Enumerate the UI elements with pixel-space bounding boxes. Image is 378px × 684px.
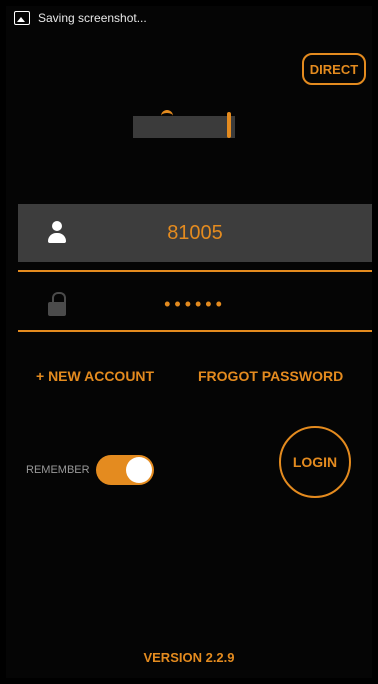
account-links: + NEW ACCOUNT FROGOT PASSWORD [6,368,372,392]
username-field[interactable]: 81005 [18,204,372,272]
direct-button[interactable]: DIRECT [302,53,366,85]
password-input[interactable]: •••••• [18,278,372,330]
remember-toggle[interactable] [95,455,154,485]
toggle-knob [125,457,152,483]
image-icon [14,11,30,25]
password-field[interactable]: •••••• [18,278,372,332]
username-input[interactable]: 81005 [18,204,372,262]
login-button[interactable]: LOGIN [279,426,351,498]
version-text: VERSION 2.2.9 [143,650,235,665]
new-account-link[interactable]: + NEW ACCOUNT [36,368,154,384]
remember-row: REMEMBER [26,452,176,488]
status-bar: Saving screenshot... [6,6,372,30]
app-screen: Saving screenshot... DIRECT 81005 ••••••… [6,6,372,678]
username-underline [18,270,372,272]
password-underline [18,330,372,332]
remember-label: REMEMBER [26,464,90,476]
app-logo-redacted [133,110,235,138]
status-text: Saving screenshot... [38,11,147,25]
forgot-password-link[interactable]: FROGOT PASSWORD [198,368,343,384]
